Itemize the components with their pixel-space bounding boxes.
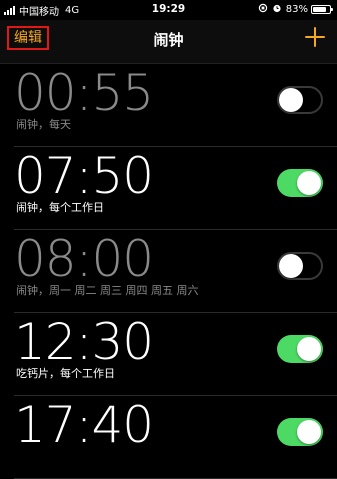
toggle-knob (297, 171, 321, 195)
alarm-label: 闹钟，每个工作日 (16, 201, 104, 214)
status-bar: 中国移动 4G 19:29 83% (0, 0, 337, 20)
nav-bar: 编辑 闹钟 (0, 20, 337, 64)
alarm-time: 07:50 (14, 147, 154, 205)
page-title: 闹钟 (153, 31, 184, 49)
alarm-clock-icon (272, 3, 282, 16)
alarm-toggle[interactable] (277, 169, 323, 197)
orientation-lock-icon (258, 3, 268, 16)
toggle-knob (297, 420, 321, 444)
alarm-label: 闹钟，周一 周二 周三 周四 周五 周六 (16, 284, 199, 297)
alarm-time: 17:40 (14, 396, 154, 454)
alarm-row[interactable]: 00:55 闹钟，每天 (14, 64, 337, 147)
alarm-row[interactable]: 08:00 闹钟，周一 周二 周三 周四 周五 周六 (14, 230, 337, 313)
alarm-time: 00:55 (14, 64, 154, 122)
alarm-toggle[interactable] (277, 86, 323, 114)
alarm-list: 00:55 闹钟，每天 07:50 闹钟，每个工作日 08:00 闹钟，周一 周… (0, 64, 337, 479)
toggle-knob (279, 88, 303, 112)
alarm-label: 吃钙片，每个工作日 (16, 367, 115, 380)
alarm-time: 08:00 (14, 230, 154, 288)
alarm-toggle[interactable] (277, 335, 323, 363)
alarm-toggle[interactable] (277, 418, 323, 446)
alarm-time: 12:30 (14, 313, 154, 371)
alarm-label: 闹钟，每天 (16, 118, 71, 131)
plus-icon (305, 27, 325, 47)
alarm-toggle[interactable] (277, 252, 323, 280)
add-button[interactable] (304, 26, 326, 48)
alarm-row[interactable]: 07:50 闹钟，每个工作日 (14, 147, 337, 230)
alarm-row[interactable]: 17:40 (14, 396, 337, 479)
battery-percent: 83% (285, 4, 308, 15)
toggle-knob (279, 254, 303, 278)
toggle-knob (297, 337, 321, 361)
battery-icon (311, 5, 333, 14)
status-right: 83% (258, 3, 333, 16)
alarm-row[interactable]: 12:30 吃钙片，每个工作日 (14, 313, 337, 396)
